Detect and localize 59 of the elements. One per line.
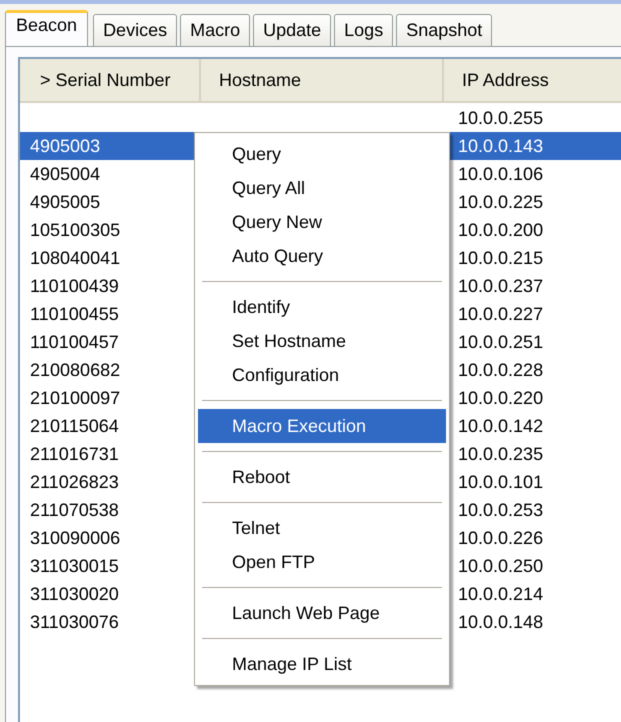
table-cell-text: 10.0.0.237 <box>457 274 544 298</box>
table-cell-text: 10.0.0.228 <box>457 358 544 382</box>
column-header[interactable]: IP Address <box>444 59 621 101</box>
menu-item[interactable]: Telnet <box>198 511 446 545</box>
table-cell-text: 10.0.0.225 <box>457 190 544 214</box>
tab[interactable]: Logs <box>334 14 394 46</box>
table-cell-text: 10.0.0.101 <box>457 470 544 494</box>
table-cell-text: 211016731 <box>29 442 120 466</box>
column-header[interactable]: > Serial Number <box>20 59 201 101</box>
table-cell-text: 10.0.0.250 <box>457 554 544 578</box>
menu-item[interactable]: Query All <box>198 171 446 205</box>
table-cell-text: 210100097 <box>29 386 122 410</box>
menu-item[interactable]: Query <box>198 137 446 171</box>
table-cell-text: 10.0.0.142 <box>457 414 544 438</box>
menu-item[interactable]: Configuration <box>198 358 446 392</box>
table-cell-text: 311030076 <box>29 610 120 634</box>
menu-item[interactable]: Auto Query <box>198 239 446 273</box>
menu-item[interactable]: Reboot <box>198 460 446 494</box>
table-cell-text: 10.0.0.215 <box>457 246 544 270</box>
table-cell-text: 108040041 <box>29 246 122 270</box>
menu-item[interactable]: Open FTP <box>198 545 446 579</box>
table-cell-text: 311030015 <box>29 554 120 578</box>
table-cell-text: 10.0.0.235 <box>457 442 544 466</box>
table-cell-text: 10.0.0.227 <box>457 302 544 326</box>
table-cell-text: 311030020 <box>29 582 120 606</box>
tab[interactable]: Snapshot <box>396 14 492 46</box>
table-cell-text: 10.0.0.214 <box>457 582 544 606</box>
table-cell-text: 10.0.0.253 <box>457 498 544 522</box>
tab[interactable]: Devices <box>93 14 178 46</box>
table-cell-text: 210080682 <box>29 358 122 382</box>
table-cell-text: 4905003 <box>29 134 102 158</box>
table-cell-text: 10.0.0.148 <box>457 610 544 634</box>
tab[interactable]: Update <box>253 14 332 46</box>
table-cell-text: 210115064 <box>29 414 120 438</box>
table-cell-text: 10.0.0.220 <box>457 386 544 410</box>
table-cell-text: 105100305 <box>29 218 122 242</box>
table-cell-text: 10.0.0.200 <box>457 218 544 242</box>
table-cell-text: 110100439 <box>29 274 120 298</box>
menu-item[interactable]: Launch Web Page <box>198 596 446 630</box>
table-cell-text: 110100455 <box>29 302 120 326</box>
table-cell-text: 211070538 <box>29 498 120 522</box>
menu-item[interactable]: Identify <box>198 290 446 324</box>
table-cell-text: 10.0.0.106 <box>457 162 544 186</box>
menu-item[interactable]: Macro Execution <box>198 409 446 443</box>
table-cell-text: 10.0.0.251 <box>457 330 544 354</box>
table-cell-text: 10.0.0.143 <box>457 134 544 158</box>
table-cell-text: 4905005 <box>29 190 102 214</box>
column-header[interactable]: Hostname <box>201 59 444 101</box>
tab[interactable]: Macro <box>180 14 250 46</box>
table-cell-text: 10.0.0.255 <box>457 106 544 130</box>
table-cell-text: 110100457 <box>29 330 120 354</box>
table-cell-text: 211026823 <box>29 470 120 494</box>
table-cell-text: 310090006 <box>29 526 122 550</box>
menu-item[interactable]: Query New <box>198 205 446 239</box>
tab[interactable]: Beacon <box>5 10 88 46</box>
table-cell-text: 10.0.0.226 <box>457 526 544 550</box>
menu-item[interactable]: Manage IP List <box>198 647 446 681</box>
menu-item[interactable]: Set Hostname <box>198 324 446 358</box>
table-cell-text: 4905004 <box>29 162 102 186</box>
